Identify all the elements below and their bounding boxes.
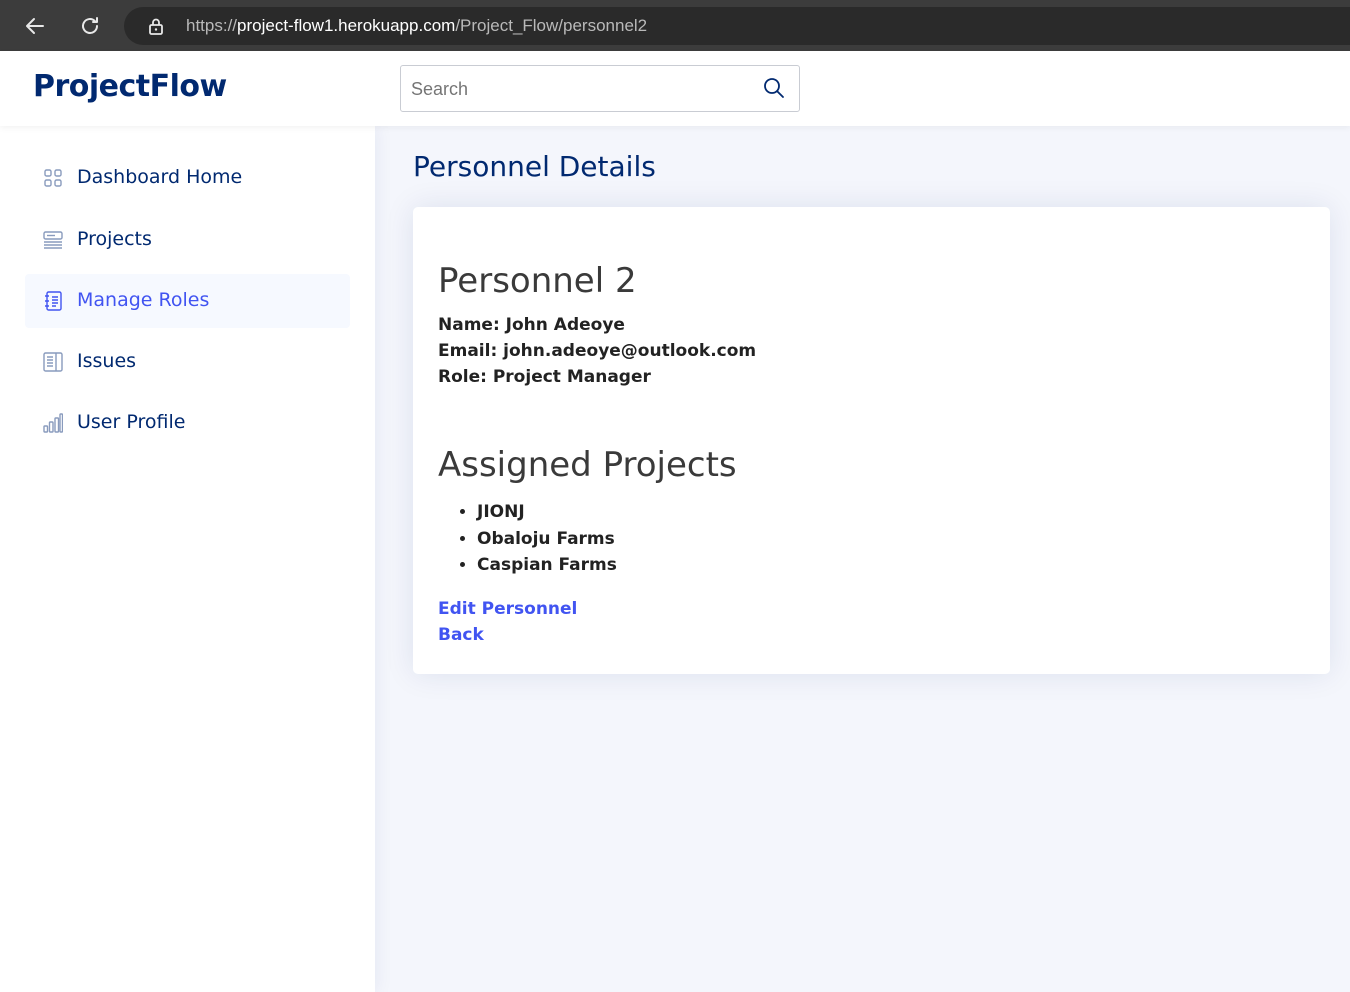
- personnel-card: Personnel 2 Name: John Adeoye Email: joh…: [413, 207, 1330, 674]
- url-text: https://project-flow1.herokuapp.com/Proj…: [186, 16, 648, 35]
- sidebar-item-manage-roles[interactable]: Manage Roles: [25, 274, 350, 328]
- list-item: JIONJ: [477, 499, 617, 526]
- sidebar-item-label: Issues: [77, 350, 137, 372]
- browser-toolbar: https://project-flow1.herokuapp.com/Proj…: [0, 0, 1350, 51]
- brand-logo[interactable]: ProjectFlow: [33, 69, 227, 104]
- sidebar-item-user-profile[interactable]: User Profile: [25, 396, 350, 450]
- search-bar: [400, 65, 800, 112]
- assigned-projects-heading: Assigned Projects: [438, 445, 737, 485]
- assigned-projects-list: JIONJ Obaloju Farms Caspian Farms: [477, 499, 617, 579]
- personnel-email: Email: john.adeoye@outlook.com: [438, 341, 757, 361]
- list-item: Caspian Farms: [477, 552, 617, 579]
- search-input[interactable]: [411, 76, 751, 102]
- sidebar: Dashboard Home Projects Manage Roles Iss…: [0, 126, 375, 992]
- layout-text-sidebar-icon: [43, 352, 63, 372]
- sidebar-item-label: User Profile: [77, 411, 186, 433]
- lock-icon: [148, 17, 164, 39]
- list-item: Obaloju Farms: [477, 526, 617, 553]
- back-arrow-icon[interactable]: [19, 10, 51, 42]
- search-icon[interactable]: [763, 77, 785, 103]
- address-bar[interactable]: https://project-flow1.herokuapp.com/Proj…: [124, 7, 1350, 45]
- grid-icon: [43, 168, 63, 188]
- sidebar-item-projects[interactable]: Projects: [25, 213, 350, 267]
- edit-personnel-link[interactable]: Edit Personnel: [438, 599, 577, 619]
- personnel-heading: Personnel 2: [438, 261, 637, 301]
- app-header: ProjectFlow: [0, 51, 1350, 126]
- personnel-name: Name: John Adeoye: [438, 315, 625, 335]
- journal-text-icon: [43, 291, 63, 311]
- sidebar-item-dashboard-home[interactable]: Dashboard Home: [25, 151, 350, 205]
- sidebar-item-label: Projects: [77, 228, 152, 250]
- sidebar-item-label: Manage Roles: [77, 289, 210, 311]
- back-link[interactable]: Back: [438, 625, 484, 645]
- bar-chart-icon: [43, 413, 64, 433]
- personnel-role: Role: Project Manager: [438, 367, 651, 387]
- reload-icon[interactable]: [74, 10, 106, 42]
- sidebar-item-label: Dashboard Home: [77, 166, 243, 188]
- page-title: Personnel Details: [413, 150, 656, 183]
- menu-button-icon: [43, 230, 63, 250]
- sidebar-item-issues[interactable]: Issues: [25, 335, 350, 389]
